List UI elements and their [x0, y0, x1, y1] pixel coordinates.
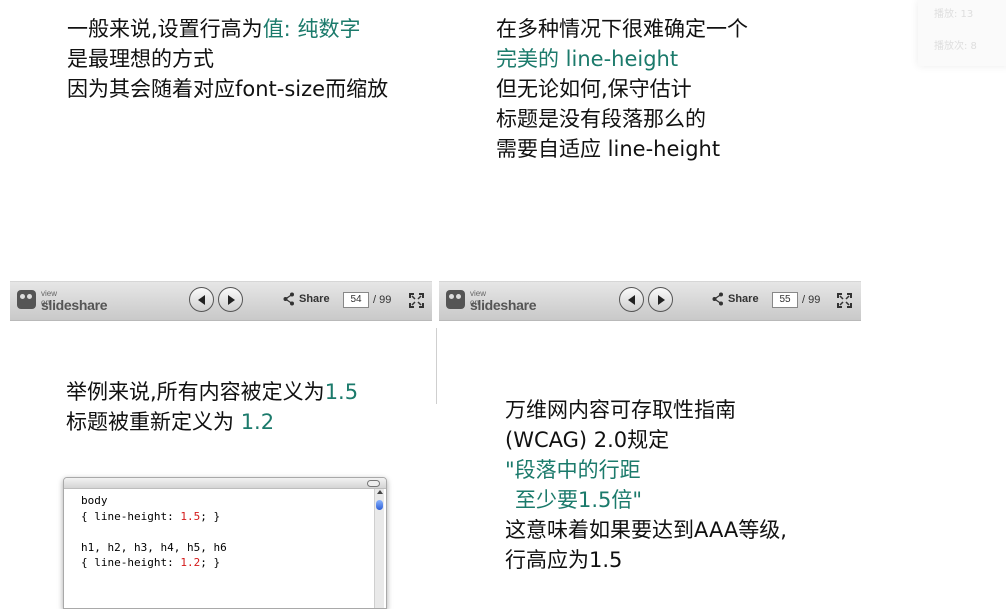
slide-lower-right-text: 万维网内容可存取性指南 (WCAG) 2.0规定 "段落中的行距 至少要1.5倍…: [505, 395, 787, 575]
next-slide-button[interactable]: [648, 287, 673, 312]
lower-right-line-1: 万维网内容可存取性指南: [505, 398, 736, 422]
corner-stat-1: 播放: 13: [934, 9, 974, 20]
slide-54-line-3: 因为其会随着对应font-size而缩放: [67, 77, 389, 101]
slide-55-line-1: 在多种情况下很难确定一个: [496, 17, 748, 41]
previous-slide-button[interactable]: [189, 287, 214, 312]
scroll-up-icon[interactable]: [377, 490, 383, 494]
code-editor-window: body { line-height: 1.5; } h1, h2, h3, h…: [63, 477, 387, 609]
slide-54-line-1: 一般来说,设置行高为值: 纯数字: [67, 17, 361, 41]
logo-slideshare: slideshare: [41, 297, 108, 313]
share-button[interactable]: Share: [299, 293, 330, 305]
slide-55-text: 在多种情况下很难确定一个 完美的 line-height 但无论如何,保守估计 …: [496, 14, 748, 164]
slide-55-line-5: 需要自适应 line-height: [496, 137, 721, 161]
lower-left-line-2: 标题被重新定义为 1.2: [66, 410, 275, 434]
slideshare-logo-icon: [17, 290, 36, 309]
next-icon: [227, 294, 235, 305]
slide-55-line-3: 但无论如何,保守估计: [496, 77, 692, 101]
share-button[interactable]: Share: [728, 293, 759, 305]
slide-54-text: 一般来说,设置行高为值: 纯数字 是最理想的方式 因为其会随着对应font-si…: [67, 14, 388, 104]
logo-slideshare: slideshare: [470, 297, 537, 313]
slide-55-line-2: 完美的 line-height: [496, 47, 679, 71]
lower-right-line-2: (WCAG) 2.0规定: [505, 428, 670, 452]
slideshare-logo-icon: [446, 290, 465, 309]
lower-right-line-6: 行高应为1.5: [505, 548, 623, 572]
page-total: / 99: [802, 294, 821, 306]
corner-stat-2: 播放次: 8: [934, 41, 977, 52]
slide-divider: [436, 328, 437, 404]
share-icon[interactable]: [283, 292, 295, 306]
code-window-titlebar: [64, 478, 386, 489]
share-icon[interactable]: [712, 292, 724, 306]
scroll-thumb[interactable]: [376, 500, 383, 510]
corner-stats-panel: 播放: 13 播放次: 8: [918, 0, 1006, 66]
next-slide-button[interactable]: [218, 287, 243, 312]
code-block: body { line-height: 1.5; } h1, h2, h3, h…: [81, 493, 227, 571]
lower-left-line-1: 举例来说,所有内容被定义为1.5: [66, 380, 359, 404]
window-toggle-icon[interactable]: [367, 480, 380, 487]
page-total: / 99: [373, 294, 392, 306]
slide-lower-left-text: 举例来说,所有内容被定义为1.5 标题被重新定义为 1.2: [66, 377, 358, 437]
slide-54-accent: 值: 纯数字: [262, 17, 361, 41]
code-line-2: { line-height: 1.5; }: [81, 509, 221, 523]
page-number-input[interactable]: 55: [772, 292, 798, 308]
slide-55-line-4: 标题是没有段落那么的: [496, 107, 706, 131]
slide-54-line-2: 是最理想的方式: [67, 47, 214, 71]
page-number-input[interactable]: 54: [343, 292, 369, 308]
code-line-4: h1, h2, h3, h4, h5, h6: [81, 540, 227, 554]
code-line-1: body: [81, 494, 108, 507]
next-icon: [657, 294, 665, 305]
previous-icon: [197, 294, 205, 305]
slideshare-toolbar-left: view on slideshare Share 54 / 99: [10, 281, 432, 321]
code-line-5: { line-height: 1.2; }: [81, 556, 221, 569]
previous-slide-button[interactable]: [619, 287, 644, 312]
lower-right-line-3: "段落中的行距: [505, 458, 641, 482]
previous-icon: [627, 294, 635, 305]
slideshare-toolbar-right: view on slideshare Share 55 / 99: [439, 281, 861, 321]
lower-right-line-5: 这意味着如果要达到AAA等级,: [505, 518, 787, 542]
fullscreen-icon[interactable]: [837, 293, 852, 308]
lower-right-line-4: 至少要1.5倍": [515, 488, 643, 512]
fullscreen-icon[interactable]: [409, 293, 424, 308]
